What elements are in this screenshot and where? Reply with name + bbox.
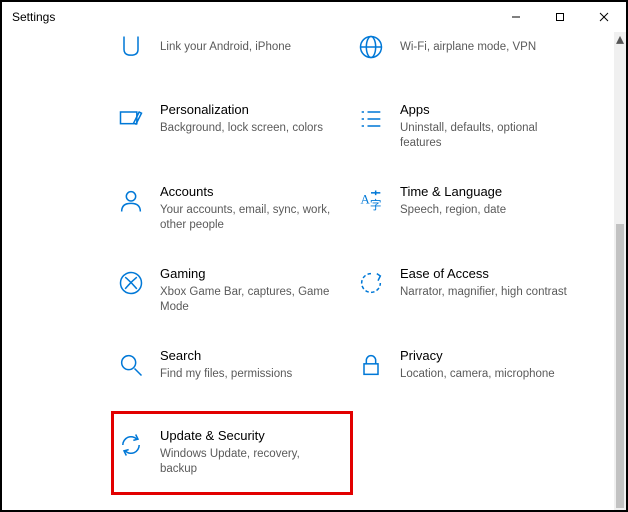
tile-desc: Narrator, magnifier, high contrast [400,285,578,301]
tile-title: Search [160,348,338,365]
tile-privacy[interactable]: Privacy Location, camera, microphone [352,332,592,412]
tile-accounts[interactable]: Accounts Your accounts, email, sync, wor… [112,168,352,250]
tile-ease-of-access[interactable]: Ease of Access Narrator, magnifier, high… [352,250,592,332]
tile-network[interactable]: Wi-Fi, airplane mode, VPN [352,32,592,86]
window-buttons [494,2,626,32]
tile-desc: Windows Update, recovery, backup [160,447,338,478]
tile-desc: Find my files, permissions [160,367,338,383]
phone-icon [116,32,146,62]
tile-title: Ease of Access [400,266,578,283]
tile-title: Accounts [160,184,338,201]
svg-text:字: 字 [370,198,382,212]
tile-desc: Background, lock screen, colors [160,121,338,137]
tile-title: Time & Language [400,184,578,201]
person-icon [116,186,146,216]
content-area: Link your Android, iPhone Wi-Fi, airplan… [2,32,612,510]
ease-icon [356,268,386,298]
sync-icon [116,430,146,460]
tile-title: Apps [400,102,578,119]
tile-desc: Xbox Game Bar, captures, Game Mode [160,285,338,316]
maximize-button[interactable] [538,2,582,32]
lock-icon [356,350,386,380]
tile-phone[interactable]: Link your Android, iPhone [112,32,352,86]
tile-desc: Location, camera, microphone [400,367,578,383]
scroll-thumb[interactable] [616,224,624,508]
tile-desc: Link your Android, iPhone [160,40,338,56]
tile-personalization[interactable]: Personalization Background, lock screen,… [112,86,352,168]
tile-title: Update & Security [160,428,338,445]
tile-search[interactable]: Search Find my files, permissions [112,332,352,412]
globe-icon [356,32,386,62]
tile-update-security[interactable]: Update & Security Windows Update, recove… [112,412,352,494]
scrollbar[interactable]: ▴ [614,32,626,510]
titlebar: Settings [2,2,626,32]
window-title: Settings [12,10,55,24]
tile-title: Gaming [160,266,338,283]
tile-desc: Speech, region, date [400,203,578,219]
minimize-button[interactable] [494,2,538,32]
scroll-up-icon[interactable]: ▴ [614,32,626,46]
xbox-icon [116,268,146,298]
paintbrush-icon [116,104,146,134]
tile-gaming[interactable]: Gaming Xbox Game Bar, captures, Game Mod… [112,250,352,332]
tile-time-language[interactable]: A字 Time & Language Speech, region, date [352,168,592,250]
tile-desc: Your accounts, email, sync, work, other … [160,203,338,234]
search-icon [116,350,146,380]
tile-desc: Uninstall, defaults, optional features [400,121,578,152]
language-icon: A字 [356,186,386,216]
tile-title: Privacy [400,348,578,365]
list-icon [356,104,386,134]
close-button[interactable] [582,2,626,32]
tile-desc: Wi-Fi, airplane mode, VPN [400,40,578,56]
settings-grid: Link your Android, iPhone Wi-Fi, airplan… [2,32,612,494]
tile-apps[interactable]: Apps Uninstall, defaults, optional featu… [352,86,592,168]
tile-title: Personalization [160,102,338,119]
